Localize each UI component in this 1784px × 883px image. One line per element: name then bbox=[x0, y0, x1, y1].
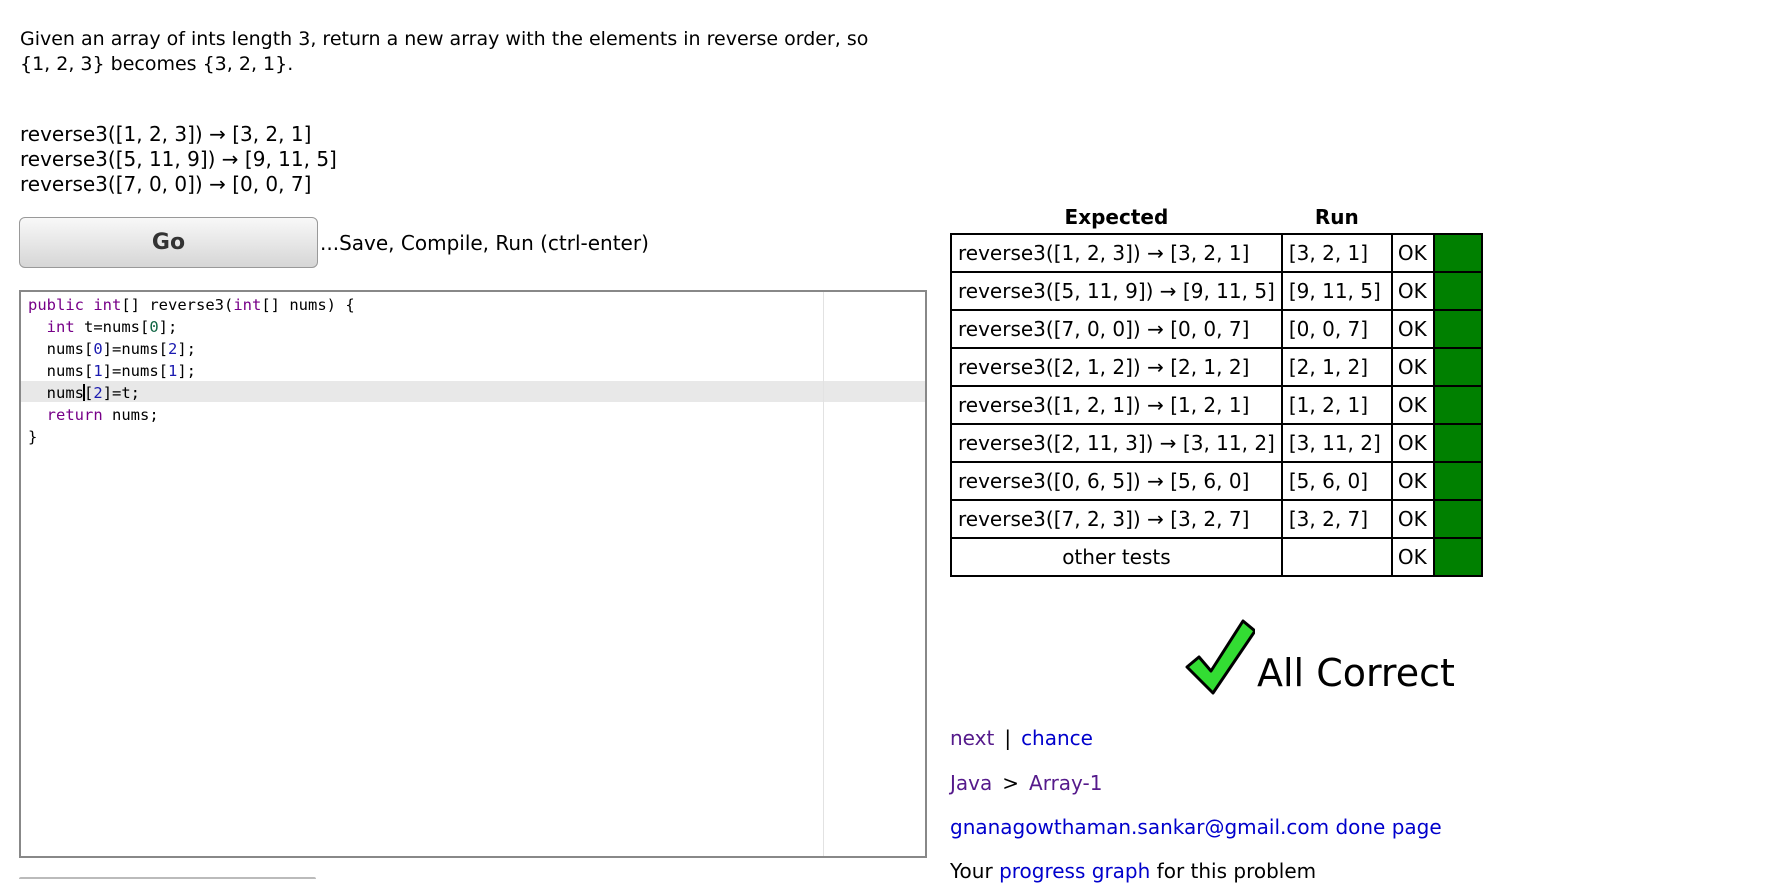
expected-cell: reverse3([7, 2, 3]) → [3, 2, 7] bbox=[950, 499, 1283, 539]
status-cell: OK bbox=[1390, 347, 1435, 387]
breadcrumb-java[interactable]: Java bbox=[950, 771, 992, 795]
table-row: reverse3([2, 1, 2]) → [2, 1, 2] [2, 1, 2… bbox=[950, 347, 1483, 387]
run-cell: [9, 11, 5] bbox=[1280, 271, 1393, 311]
breadcrumb-separator: > bbox=[1002, 771, 1020, 795]
problem-nav: next | chance bbox=[950, 726, 1093, 750]
code-line: nums[2]=t; bbox=[28, 384, 141, 402]
problem-description-line: {1, 2, 3} becomes {3, 2, 1}. bbox=[20, 53, 294, 75]
progress-line: Your progress graph for this problem bbox=[950, 859, 1316, 883]
pass-indicator bbox=[1432, 461, 1483, 501]
run-cell: [3, 2, 7] bbox=[1280, 499, 1393, 539]
example-item: reverse3([7, 0, 0]) → [0, 0, 7] bbox=[20, 172, 312, 196]
code-line: int t=nums[0]; bbox=[46, 318, 178, 336]
go-hint: ...Save, Compile, Run (ctrl-enter) bbox=[320, 231, 649, 255]
verdict-text: All Correct bbox=[1257, 651, 1455, 695]
code-line: } bbox=[28, 428, 38, 446]
table-row: reverse3([1, 2, 3]) → [3, 2, 1] [3, 2, 1… bbox=[950, 233, 1483, 273]
pass-indicator bbox=[1432, 309, 1483, 349]
checkmark-icon bbox=[1185, 619, 1255, 695]
status-cell: OK bbox=[1390, 499, 1435, 539]
code-editor[interactable]: public int[] reverse3(int[] nums) { int … bbox=[19, 290, 927, 858]
progress-suffix: for this problem bbox=[1150, 859, 1317, 883]
progress-graph-link[interactable]: progress graph bbox=[999, 859, 1150, 883]
expected-cell: reverse3([5, 11, 9]) → [9, 11, 5] bbox=[950, 271, 1283, 311]
pass-indicator bbox=[1432, 423, 1483, 463]
run-cell: [0, 0, 7] bbox=[1280, 309, 1393, 349]
run-cell bbox=[1280, 537, 1393, 577]
column-header-run: Run bbox=[1314, 205, 1359, 229]
table-row: reverse3([0, 6, 5]) → [5, 6, 0] [5, 6, 0… bbox=[950, 461, 1483, 501]
chance-link[interactable]: chance bbox=[1021, 726, 1093, 750]
pass-indicator bbox=[1432, 537, 1483, 577]
pass-indicator bbox=[1432, 499, 1483, 539]
results-table: Expected Run reverse3([1, 2, 3]) → [3, 2… bbox=[950, 203, 1483, 577]
user-email-link[interactable]: gnanagowthaman.sankar@gmail.com bbox=[950, 815, 1329, 839]
status-cell: OK bbox=[1390, 461, 1435, 501]
expected-cell: reverse3([1, 2, 3]) → [3, 2, 1] bbox=[950, 233, 1283, 273]
code-line: nums[0]=nums[2]; bbox=[28, 340, 197, 358]
nav-separator: | bbox=[1004, 726, 1012, 750]
code-line: public int[] reverse3(int[] nums) { bbox=[28, 296, 355, 314]
run-cell: [3, 2, 1] bbox=[1280, 233, 1393, 273]
next-link[interactable]: next bbox=[950, 726, 994, 750]
table-row: reverse3([7, 0, 0]) → [0, 0, 7] [0, 0, 7… bbox=[950, 309, 1483, 349]
pass-indicator bbox=[1432, 233, 1483, 273]
expected-cell: reverse3([2, 11, 3]) → [3, 11, 2] bbox=[950, 423, 1283, 463]
status-cell: OK bbox=[1390, 309, 1435, 349]
code-line: nums[1]=nums[1]; bbox=[28, 362, 197, 380]
table-row: reverse3([2, 11, 3]) → [3, 11, 2] [3, 11… bbox=[950, 423, 1483, 463]
table-row: reverse3([7, 2, 3]) → [3, 2, 7] [3, 2, 7… bbox=[950, 499, 1483, 539]
run-cell: [3, 11, 2] bbox=[1280, 423, 1393, 463]
pass-indicator bbox=[1432, 347, 1483, 387]
editor-resize-handle[interactable] bbox=[19, 877, 316, 879]
examples-list: reverse3([1, 2, 3]) → [3, 2, 1] reverse3… bbox=[20, 122, 337, 197]
expected-cell: reverse3([7, 0, 0]) → [0, 0, 7] bbox=[950, 309, 1283, 349]
status-cell: OK bbox=[1390, 385, 1435, 425]
run-cell: [2, 1, 2] bbox=[1280, 347, 1393, 387]
user-links: gnanagowthaman.sankar@gmail.com done pag… bbox=[950, 815, 1442, 839]
expected-cell: reverse3([0, 6, 5]) → [5, 6, 0] bbox=[950, 461, 1283, 501]
status-cell: OK bbox=[1390, 537, 1435, 577]
code-content[interactable]: public int[] reverse3(int[] nums) { int … bbox=[28, 294, 355, 448]
run-cell: [5, 6, 0] bbox=[1280, 461, 1393, 501]
status-cell: OK bbox=[1390, 271, 1435, 311]
example-item: reverse3([1, 2, 3]) → [3, 2, 1] bbox=[20, 122, 312, 146]
print-margin bbox=[823, 292, 824, 856]
text-cursor bbox=[83, 384, 85, 401]
example-item: reverse3([5, 11, 9]) → [9, 11, 5] bbox=[20, 147, 337, 171]
run-cell: [1, 2, 1] bbox=[1280, 385, 1393, 425]
problem-description: Given an array of ints length 3, return … bbox=[20, 27, 868, 77]
code-line: return nums; bbox=[46, 406, 159, 424]
status-cell: OK bbox=[1390, 233, 1435, 273]
pass-indicator bbox=[1432, 271, 1483, 311]
table-row-other-tests: other tests OK bbox=[950, 537, 1483, 577]
expected-cell: reverse3([1, 2, 1]) → [1, 2, 1] bbox=[950, 385, 1283, 425]
breadcrumb-array-1[interactable]: Array-1 bbox=[1029, 771, 1102, 795]
results-table-wrapper: Expected Run reverse3([1, 2, 3]) → [3, 2… bbox=[950, 203, 1483, 577]
table-row: reverse3([5, 11, 9]) → [9, 11, 5] [9, 11… bbox=[950, 271, 1483, 311]
expected-cell: reverse3([2, 1, 2]) → [2, 1, 2] bbox=[950, 347, 1283, 387]
breadcrumb: Java > Array-1 bbox=[950, 771, 1102, 795]
progress-prefix: Your bbox=[950, 859, 1000, 883]
column-header-expected: Expected bbox=[1064, 205, 1169, 229]
status-cell: OK bbox=[1390, 423, 1435, 463]
verdict: All Correct bbox=[1183, 617, 1455, 695]
done-page-link[interactable]: done page bbox=[1335, 815, 1441, 839]
pass-indicator bbox=[1432, 385, 1483, 425]
problem-description-line: Given an array of ints length 3, return … bbox=[20, 28, 869, 50]
other-tests-label: other tests bbox=[950, 537, 1283, 577]
go-button[interactable]: Go bbox=[19, 217, 318, 268]
table-row: reverse3([1, 2, 1]) → [1, 2, 1] [1, 2, 1… bbox=[950, 385, 1483, 425]
